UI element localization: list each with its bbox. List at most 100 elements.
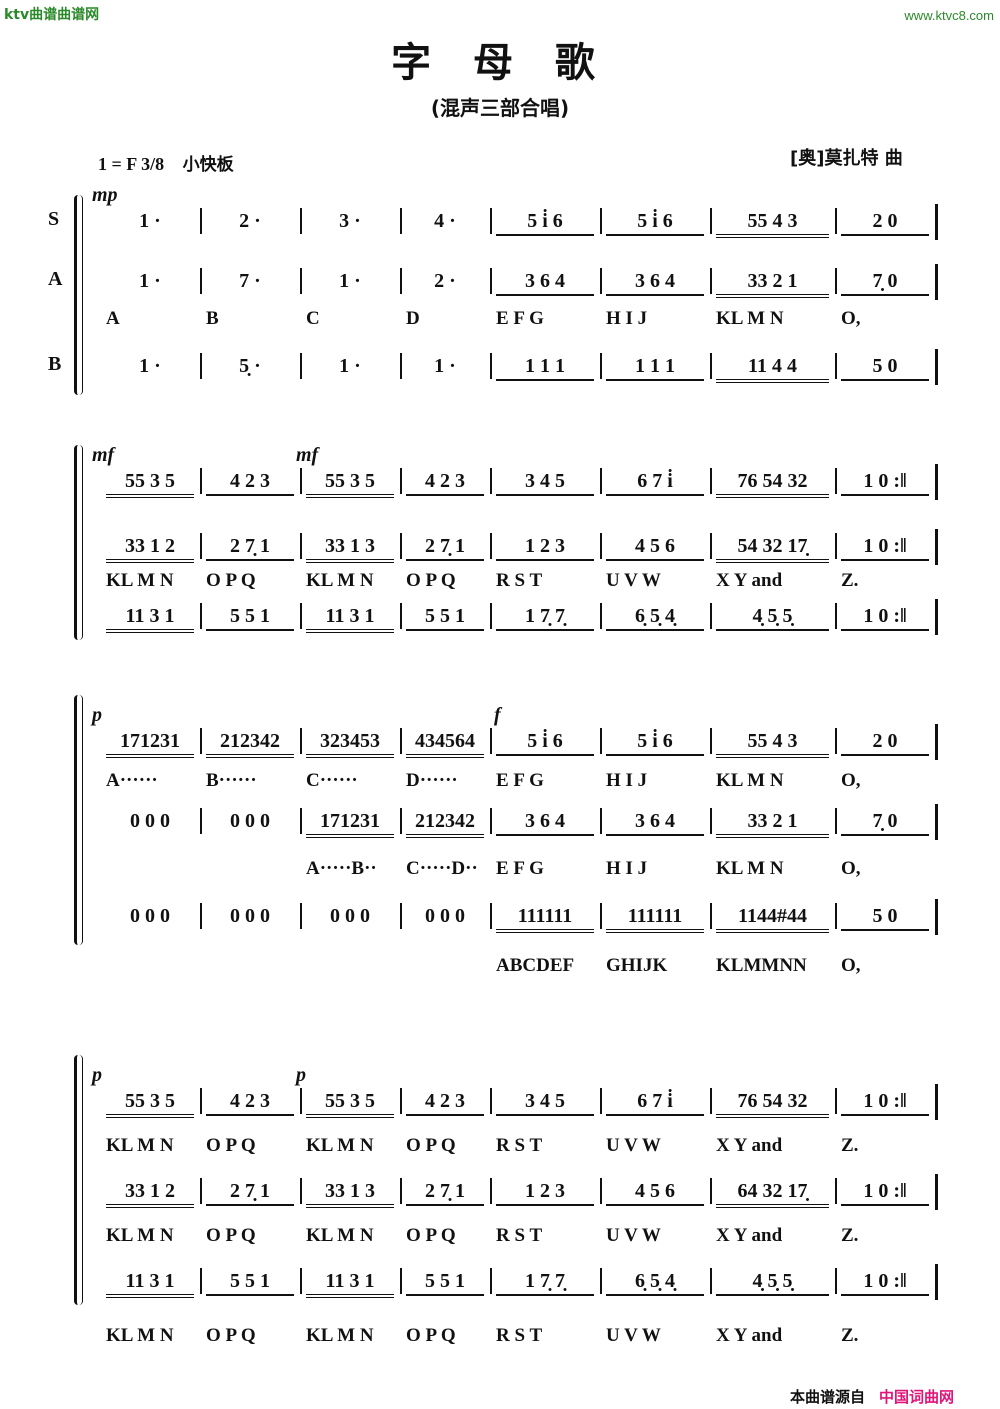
measure-notes: 3 4 5 — [496, 1090, 594, 1116]
measure-notes: 55 3 5 — [306, 1090, 394, 1118]
barline — [200, 208, 202, 234]
final-barline — [935, 464, 938, 500]
barline — [200, 353, 202, 379]
lyric-syllable: O, — [841, 858, 861, 879]
lyric-syllable: E F G — [496, 858, 544, 879]
lyric-syllable: D — [406, 308, 420, 329]
lyric-syllable: KL M N — [716, 858, 784, 879]
barline — [835, 1178, 837, 1204]
barline — [710, 268, 712, 294]
measure-notes: 5 i̇ 6 — [606, 730, 704, 756]
measure-notes: 7 · — [239, 270, 261, 292]
lyric-syllable: KL M N — [716, 770, 784, 791]
lyric-syllable: H I J — [606, 858, 648, 879]
barline — [600, 353, 602, 379]
dynamic-marking: mf — [92, 444, 115, 466]
measure-notes: 55 4 3 — [716, 730, 829, 758]
barline — [835, 533, 837, 559]
measure-notes: 3 6 4 — [496, 270, 594, 296]
barline — [400, 603, 402, 629]
barline — [600, 208, 602, 234]
barline — [710, 208, 712, 234]
barline — [490, 728, 492, 754]
measure-notes: 1 0 :‖ — [841, 470, 929, 496]
measure-notes: 3 4 5 — [496, 470, 594, 496]
measure-notes: 3 · — [339, 210, 361, 232]
barline — [200, 533, 202, 559]
barline — [835, 268, 837, 294]
measure-notes: 1 · — [139, 210, 161, 232]
lyric-syllable: O P Q — [206, 1225, 256, 1246]
dynamic-marking: mp — [92, 184, 118, 206]
lyric-syllable: KL M N — [306, 1325, 374, 1346]
dynamic-marking: p — [92, 704, 102, 726]
measure-notes: 11 3 1 — [306, 1270, 394, 1298]
lyric-syllable: C·····D·· — [406, 858, 478, 879]
measure-notes: 111111 — [496, 905, 594, 933]
measure-notes: 3 6 4 — [606, 810, 704, 836]
time-signature: 3/8 — [141, 154, 165, 174]
measure-notes: 33 1 2 — [106, 535, 194, 563]
measure-notes: 2 7̣ 1 — [206, 1180, 294, 1206]
measure-notes: 4 · — [434, 210, 456, 232]
barline — [300, 903, 302, 929]
barline — [490, 808, 492, 834]
measure-notes: 1 7̣ 7̣ — [496, 1270, 594, 1296]
measure-notes: 5 5 1 — [206, 605, 294, 631]
barline — [490, 208, 492, 234]
barline — [300, 208, 302, 234]
barline — [710, 808, 712, 834]
measure-notes: 2 0 — [841, 730, 929, 756]
barline — [600, 1178, 602, 1204]
final-barline — [935, 1084, 938, 1120]
system-brace — [74, 195, 83, 395]
measure-notes: 5̣ · — [239, 355, 261, 377]
final-barline — [935, 349, 938, 385]
barline — [835, 808, 837, 834]
lyric-syllable: O, — [841, 308, 861, 329]
measure-notes: 111111 — [606, 905, 704, 933]
measure-notes: 171231 — [106, 730, 194, 758]
final-barline — [935, 1264, 938, 1300]
measure-notes: 0 0 0 — [330, 905, 370, 927]
dynamic-marking: p — [92, 1064, 102, 1086]
barline — [200, 1088, 202, 1114]
measure-notes: 1 0 :‖ — [841, 1270, 929, 1296]
lyric-syllable: A······ — [106, 770, 158, 791]
measure-notes: 1 7̣ 7̣ — [496, 605, 594, 631]
measure-notes: 0 0 0 — [425, 905, 465, 927]
barline — [835, 1268, 837, 1294]
measure-notes: 1 · — [434, 355, 456, 377]
lyric-syllable: Z. — [841, 1135, 859, 1156]
barline — [710, 468, 712, 494]
lyric-syllable: O P Q — [406, 570, 456, 591]
barline — [490, 903, 492, 929]
barline — [300, 533, 302, 559]
measure-notes: 11 3 1 — [306, 605, 394, 633]
measure-notes: 323453 — [306, 730, 394, 758]
lyric-syllable: KL M N — [306, 570, 374, 591]
barline — [200, 728, 202, 754]
barline — [710, 1268, 712, 1294]
measure-notes: 5 0 — [841, 905, 929, 931]
measure-notes: 55 3 5 — [306, 470, 394, 498]
final-barline — [935, 724, 938, 760]
measure-notes: 2 · — [239, 210, 261, 232]
measure-notes: 64 32 17̣ — [716, 1180, 829, 1208]
barline — [490, 268, 492, 294]
system-brace — [74, 695, 83, 945]
barline — [710, 533, 712, 559]
barline — [300, 1178, 302, 1204]
barline — [200, 903, 202, 929]
measure-notes: 5 i̇ 6 — [606, 210, 704, 236]
measure-notes: 6 7 i̇ — [606, 470, 704, 496]
lyric-syllable: O P Q — [206, 1135, 256, 1156]
barline — [490, 468, 492, 494]
composer-credit: [奥]莫扎特 曲 — [790, 148, 903, 169]
measure-notes: 11 3 1 — [106, 605, 194, 633]
measure-notes: 4 2 3 — [206, 1090, 294, 1116]
barline — [200, 1268, 202, 1294]
barline — [600, 728, 602, 754]
lyric-syllable: A·····B·· — [306, 858, 377, 879]
measure-notes: 5 5 1 — [406, 1270, 484, 1296]
